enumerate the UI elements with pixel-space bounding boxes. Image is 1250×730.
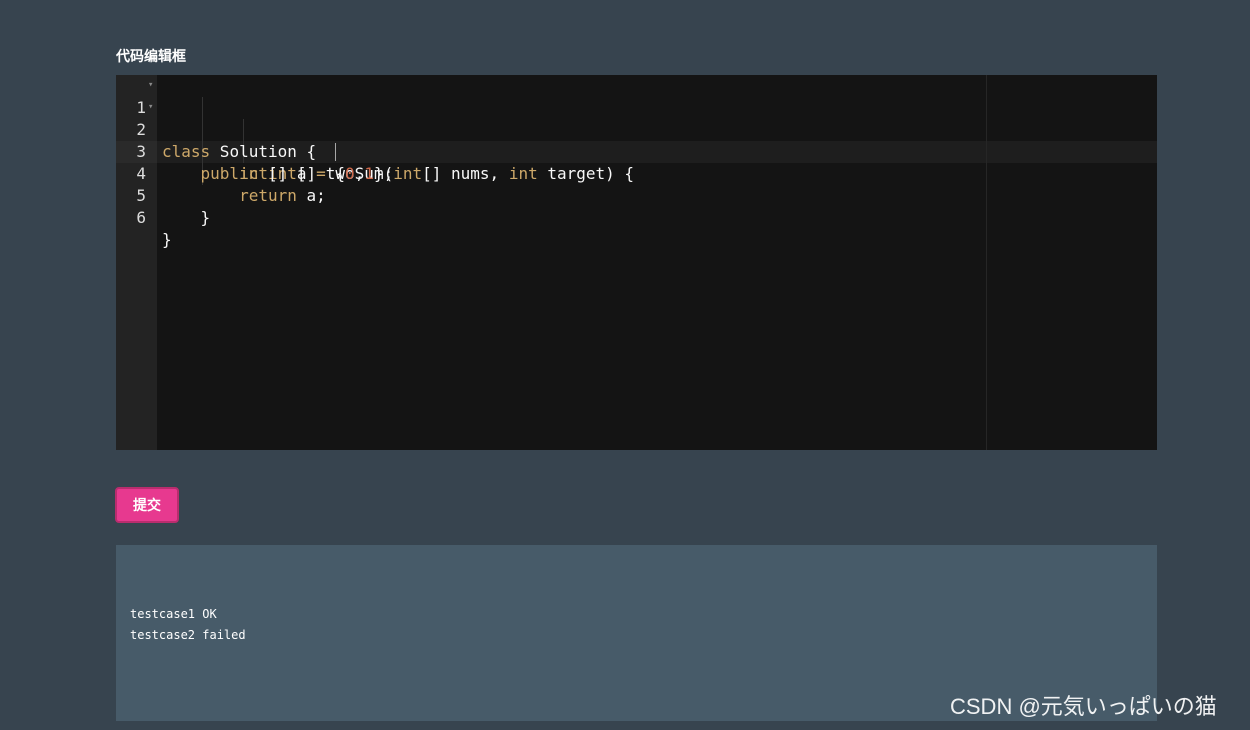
fold-arrow-icon[interactable]: ▾ <box>148 97 156 117</box>
code-token: } <box>200 208 211 227</box>
submit-button[interactable]: 提交 <box>115 487 179 523</box>
code-text: } <box>162 229 172 251</box>
code-text: } <box>162 207 211 229</box>
code-line[interactable]: 5 } <box>116 163 1157 227</box>
code-line[interactable]: 4 return a; <box>116 141 1157 205</box>
code-line[interactable]: 6 } <box>116 185 1157 249</box>
editor-label: 代码编辑框 <box>116 48 186 64</box>
output-line: testcase1 OK <box>130 607 217 621</box>
fold-arrow-icon[interactable]: ▾ <box>148 75 156 95</box>
code-line[interactable]: 1 ▾ class Solution { <box>116 75 1157 161</box>
text-cursor <box>335 143 336 161</box>
indent-token <box>162 208 201 227</box>
output-line: testcase2 failed <box>130 628 246 642</box>
watermark: CSDN @元気いっぱいの猫 <box>950 694 1217 719</box>
code-line[interactable]: 3 int[] a = {0,1}; <box>116 119 1157 183</box>
code-token: } <box>162 230 172 249</box>
line-number: 6 <box>136 208 146 227</box>
code-line[interactable]: 2 ▾ public int[] twoSum(int[] nums, int … <box>116 97 1157 183</box>
code-editor[interactable]: 1 ▾ class Solution { 2 ▾ public int[] tw… <box>116 75 1157 450</box>
